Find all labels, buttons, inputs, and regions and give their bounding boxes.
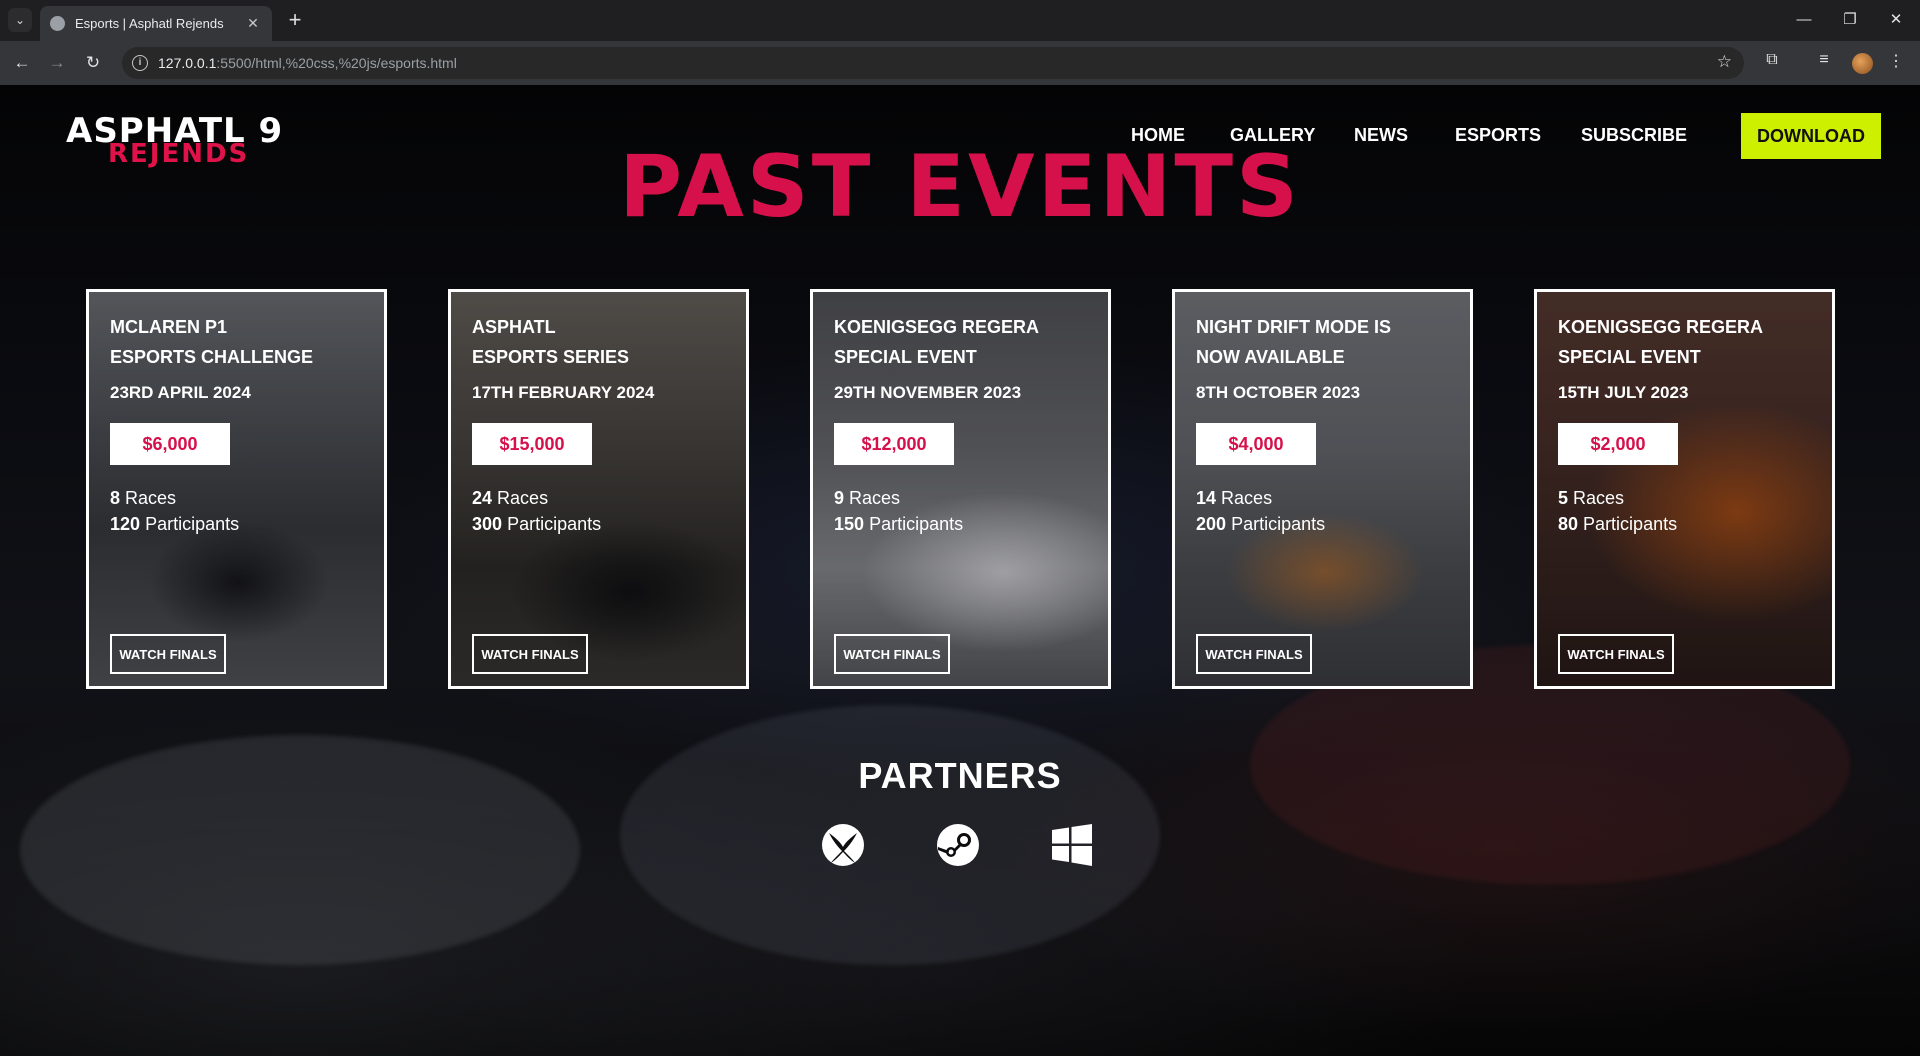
minimize-icon[interactable]: — — [1781, 8, 1827, 32]
watch-finals-button[interactable]: WATCH FINALS — [1558, 634, 1674, 674]
participants-stat: 300 Participants — [472, 514, 602, 534]
participants-stat: 80 Participants — [1558, 514, 1678, 534]
forward-icon[interactable]: → — [44, 50, 70, 76]
races-stat: 9 Races — [834, 488, 901, 508]
event-card: NIGHT DRIFT MODE IS NOW AVAILABLE 8TH OCT… — [1172, 289, 1473, 689]
races-stat: 5 Races — [1558, 488, 1625, 508]
prize-badge: $6,000 — [110, 423, 230, 465]
watch-finals-button[interactable]: WATCH FINALS — [472, 634, 588, 674]
browser-toolbar: ← → ↻ i 127.0.0.1:5500/html,%20css,%20js… — [0, 41, 1920, 85]
races-stat: 14 Races — [1196, 488, 1273, 508]
event-date: 17TH FEBRUARY 2024 — [472, 383, 655, 402]
prize-badge: $2,000 — [1558, 423, 1678, 465]
steam-icon[interactable] — [934, 821, 982, 869]
globe-icon — [50, 16, 65, 31]
watch-finals-button[interactable]: WATCH FINALS — [834, 634, 950, 674]
page-title: PAST EVENTS — [619, 137, 1301, 237]
windows-icon[interactable] — [1048, 821, 1096, 869]
profile-avatar[interactable] — [1852, 53, 1873, 74]
bookmark-star-icon[interactable]: ☆ — [1717, 52, 1732, 72]
event-card: MCLAREN P1 ESPORTS CHALLENGE 23RD APRIL 2… — [86, 289, 387, 689]
event-title: ASPHATL ESPORTS SERIES — [472, 317, 630, 367]
participants-stat: 150 Participants — [834, 514, 964, 534]
participants-stat: 120 Participants — [110, 514, 240, 534]
prize-badge: $4,000 — [1196, 423, 1316, 465]
media-controls-icon[interactable]: ≡ — [1812, 51, 1836, 69]
download-button[interactable]: DOWNLOAD — [1741, 113, 1881, 159]
close-window-icon[interactable]: ✕ — [1873, 8, 1919, 32]
close-tab-icon[interactable]: ✕ — [244, 15, 262, 32]
event-date: 29TH NOVEMBER 2023 — [834, 383, 1022, 402]
event-date: 8TH OCTOBER 2023 — [1196, 383, 1361, 402]
event-title: MCLAREN P1 ESPORTS CHALLENGE — [110, 317, 314, 367]
event-title: KOENIGSEGG REGERA SPECIAL EVENT — [1558, 317, 1764, 367]
nav-esports[interactable]: ESPORTS — [1455, 125, 1541, 146]
esports-page: ASPHATL 9 REJENDS PAST EVENTS HOME GALLE… — [0, 85, 1920, 1056]
new-tab-icon[interactable]: + — [282, 8, 308, 34]
event-date: 23RD APRIL 2024 — [110, 383, 251, 402]
tab-search-chevron-icon[interactable]: ⌄ — [8, 8, 32, 32]
prize-badge: $15,000 — [472, 423, 592, 465]
xbox-icon[interactable] — [819, 821, 867, 869]
event-card: KOENIGSEGG REGERA SPECIAL EVENT 29TH NOVE… — [810, 289, 1111, 689]
participants-stat: 200 Participants — [1196, 514, 1326, 534]
tab-title: Esports | Asphatl Rejends — [75, 16, 224, 31]
reload-icon[interactable]: ↻ — [80, 50, 106, 76]
address-bar[interactable]: i 127.0.0.1:5500/html,%20css,%20js/espor… — [122, 47, 1744, 79]
nav-subscribe[interactable]: SUBSCRIBE — [1581, 125, 1687, 146]
event-card: KOENIGSEGG REGERA SPECIAL EVENT 15TH JULY… — [1534, 289, 1835, 689]
back-icon[interactable]: ← — [9, 50, 35, 76]
browser-tab-bar: ⌄ Esports | Asphatl Rejends ✕ + — ❐ ✕ — [0, 0, 1920, 41]
nav-news[interactable]: NEWS — [1354, 125, 1408, 146]
watch-finals-button[interactable]: WATCH FINALS — [1196, 634, 1312, 674]
prize-badge: $12,000 — [834, 423, 954, 465]
site-info-icon[interactable]: i — [132, 55, 148, 71]
partners-heading: PARTNERS — [858, 755, 1062, 796]
races-stat: 8 Races — [110, 488, 177, 508]
restore-icon[interactable]: ❐ — [1827, 8, 1873, 32]
event-title: NIGHT DRIFT MODE IS NOW AVAILABLE — [1196, 317, 1391, 367]
nav-gallery[interactable]: GALLERY — [1230, 125, 1315, 146]
url-text[interactable]: 127.0.0.1:5500/html,%20css,%20js/esports… — [158, 55, 457, 71]
watch-finals-button[interactable]: WATCH FINALS — [110, 634, 226, 674]
menu-kebab-icon[interactable]: ⋮ — [1884, 51, 1908, 71]
event-date: 15TH JULY 2023 — [1558, 383, 1689, 402]
nav-home[interactable]: HOME — [1131, 125, 1185, 146]
event-title: KOENIGSEGG REGERA SPECIAL EVENT — [834, 317, 1040, 367]
browser-tab[interactable]: Esports | Asphatl Rejends ✕ — [40, 6, 272, 41]
extensions-icon[interactable]: ⧉ — [1760, 51, 1784, 69]
event-card: ASPHATL ESPORTS SERIES 17TH FEBRUARY 2024… — [448, 289, 749, 689]
races-stat: 24 Races — [472, 488, 549, 508]
